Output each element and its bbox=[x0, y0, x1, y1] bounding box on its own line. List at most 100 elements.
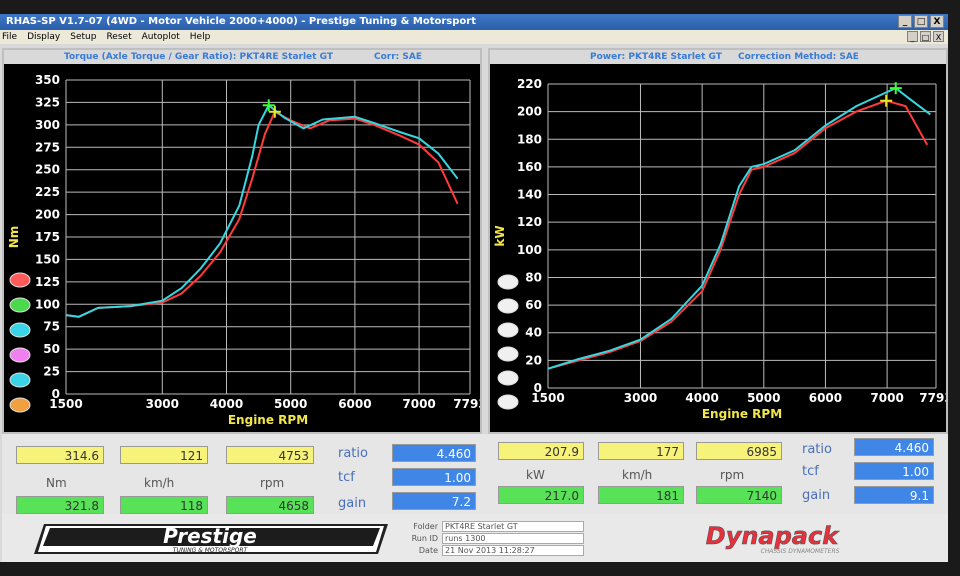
power-ytick-label: 180 bbox=[517, 132, 542, 146]
torque-chart: 1500300040005000600070007793025507510012… bbox=[7, 73, 480, 427]
power-ytick-label: 60 bbox=[525, 298, 542, 312]
readouts-bar: 314.6 121 4753 Nm km/h rpm 321.8 118 465… bbox=[2, 434, 948, 514]
ratio-label-right: ratio bbox=[802, 442, 832, 457]
speed-unit-right: km/h bbox=[622, 468, 653, 482]
power-series-toggle[interactable] bbox=[497, 394, 519, 410]
torque-series-toggle[interactable] bbox=[9, 347, 31, 363]
power-xtick-label: 6000 bbox=[809, 391, 842, 405]
torque-series-toggle[interactable] bbox=[9, 322, 31, 338]
power-series-toggle[interactable] bbox=[497, 322, 519, 338]
tcf-value-left[interactable]: 1.00 bbox=[392, 468, 476, 486]
ratio-value-right[interactable]: 4.460 bbox=[854, 438, 934, 456]
minimize-button[interactable]: _ bbox=[898, 15, 912, 28]
power-series-toggle[interactable] bbox=[497, 346, 519, 362]
power-chart-panel: Power: PKT4RE Starlet GT Correction Meth… bbox=[488, 48, 948, 434]
torque-xtick-label: 4000 bbox=[210, 397, 243, 411]
runid-value: runs 1300 bbox=[442, 532, 584, 544]
gain-label-left: gain bbox=[338, 496, 367, 511]
torque-series-toggle[interactable] bbox=[9, 372, 31, 388]
torque-ytick-label: 25 bbox=[43, 365, 60, 379]
torque-ytick-label: 0 bbox=[52, 387, 60, 401]
maximize-button[interactable]: □ bbox=[914, 15, 928, 28]
date-value: 21 Nov 2013 11:28:27 bbox=[442, 544, 584, 556]
speed-cursor1-value: 121 bbox=[120, 446, 208, 464]
torque-series-toggle[interactable] bbox=[9, 272, 31, 288]
power-xtick-label: 5000 bbox=[747, 391, 780, 405]
power-series-line bbox=[547, 86, 931, 370]
folder-label: Folder bbox=[413, 521, 438, 531]
power-series-toggle[interactable] bbox=[497, 274, 519, 290]
torque-chart-panel: Torque (Axle Torque / Gear Ratio): PKT4R… bbox=[2, 48, 482, 434]
tcf-value-right[interactable]: 1.00 bbox=[854, 462, 934, 480]
power-series-toggle[interactable] bbox=[497, 298, 519, 314]
speed-cursor2-value: 118 bbox=[120, 496, 208, 514]
ratio-label-left: ratio bbox=[338, 446, 368, 461]
app-window: RHAS-SP V1.7-07 (4WD - Motor Vehicle 200… bbox=[0, 14, 948, 562]
gain-value-right[interactable]: 9.1 bbox=[854, 486, 934, 504]
menu-display[interactable]: Display bbox=[27, 30, 60, 44]
power-ytick-label: 80 bbox=[525, 270, 542, 284]
power-ytick-label: 160 bbox=[517, 160, 542, 174]
rpm-cursor2-value: 4658 bbox=[226, 496, 314, 514]
ratio-value-left[interactable]: 4.460 bbox=[392, 444, 476, 462]
torque-ytick-label: 175 bbox=[35, 230, 60, 244]
close-button[interactable]: X bbox=[930, 15, 944, 28]
prestige-logo-text: Prestige bbox=[163, 524, 257, 548]
torque-series-toggle[interactable] bbox=[9, 297, 31, 313]
power-ytick-label: 40 bbox=[525, 326, 542, 340]
mdi-minimize-button[interactable]: _ bbox=[907, 31, 918, 42]
power-ytick-label: 0 bbox=[534, 381, 542, 395]
torque-chart-header: Torque (Axle Torque / Gear Ratio): PKT4R… bbox=[4, 50, 480, 64]
power-ytick-label: 140 bbox=[517, 188, 542, 202]
torque-series-toggle[interactable] bbox=[9, 397, 31, 413]
folder-value: PKT4RE Starlet GT bbox=[442, 520, 584, 532]
torque-ytick-label: 50 bbox=[43, 342, 60, 356]
torque-xtick-label: 6000 bbox=[338, 397, 371, 411]
torque-series-line bbox=[65, 103, 459, 318]
speed-cursor1-value-right: 177 bbox=[598, 442, 684, 460]
date-label: Date bbox=[418, 545, 438, 555]
torque-ytick-label: 150 bbox=[35, 252, 60, 266]
dynapack-logo-text: Dynapack bbox=[706, 522, 840, 550]
torque-ytick-label: 275 bbox=[35, 140, 60, 154]
rpm-cursor1-value: 4753 bbox=[226, 446, 314, 464]
torque-unit: Nm bbox=[46, 476, 67, 490]
power-cursor-marker[interactable] bbox=[880, 94, 893, 107]
footer-bar: Prestige TUNING & MOTORSPORT Folder PKT4R… bbox=[2, 514, 948, 562]
power-xtick-label: 3000 bbox=[624, 391, 657, 405]
rpm-cursor2-value-right: 7140 bbox=[696, 486, 782, 504]
menu-autoplot[interactable]: Autoplot bbox=[142, 30, 180, 44]
power-ytick-label: 220 bbox=[517, 77, 542, 91]
torque-ytick-label: 350 bbox=[35, 73, 60, 87]
torque-chart-title: Torque (Axle Torque / Gear Ratio): PKT4R… bbox=[64, 52, 333, 62]
menu-setup[interactable]: Setup bbox=[70, 30, 96, 44]
speed-cursor2-value-right: 181 bbox=[598, 486, 684, 504]
power-chart: 1500300040005000600070007793020406080100… bbox=[493, 77, 946, 421]
torque-cursor2-value: 321.8 bbox=[16, 496, 104, 514]
gain-value-left[interactable]: 7.2 bbox=[392, 492, 476, 510]
menu-help[interactable]: Help bbox=[190, 30, 211, 44]
mdi-maximize-button[interactable]: □ bbox=[920, 31, 931, 42]
torque-ytick-label: 75 bbox=[43, 320, 60, 334]
torque-xtick-label: 7793 bbox=[453, 397, 480, 411]
torque-xtick-label: 3000 bbox=[146, 397, 179, 411]
rpm-unit-right: rpm bbox=[720, 468, 745, 482]
power-series-toggle[interactable] bbox=[497, 370, 519, 386]
power-xtick-label: 7000 bbox=[870, 391, 903, 405]
window-title: RHAS-SP V1.7-07 (4WD - Motor Vehicle 200… bbox=[6, 16, 476, 27]
power-chart-title: Power: PKT4RE Starlet GT bbox=[590, 52, 722, 62]
power-cursor1-value: 207.9 bbox=[498, 442, 584, 460]
torque-correction: Corr: SAE bbox=[374, 52, 422, 62]
menu-reset[interactable]: Reset bbox=[106, 30, 131, 44]
menu-bar: File Display Setup Reset Autoplot Help bbox=[0, 30, 948, 44]
torque-xtick-label: 5000 bbox=[274, 397, 307, 411]
torque-ytick-label: 125 bbox=[35, 275, 60, 289]
menu-file[interactable]: File bbox=[2, 30, 17, 44]
speed-unit-left: km/h bbox=[144, 476, 175, 490]
torque-ytick-label: 300 bbox=[35, 118, 60, 132]
power-ytick-label: 120 bbox=[517, 215, 542, 229]
torque-yaxis-label: Nm bbox=[7, 226, 21, 249]
mdi-close-button[interactable]: X bbox=[933, 31, 944, 42]
run-info: Folder PKT4RE Starlet GT Run ID runs 1300 … bbox=[394, 520, 584, 556]
torque-cursor1-value: 314.6 bbox=[16, 446, 104, 464]
